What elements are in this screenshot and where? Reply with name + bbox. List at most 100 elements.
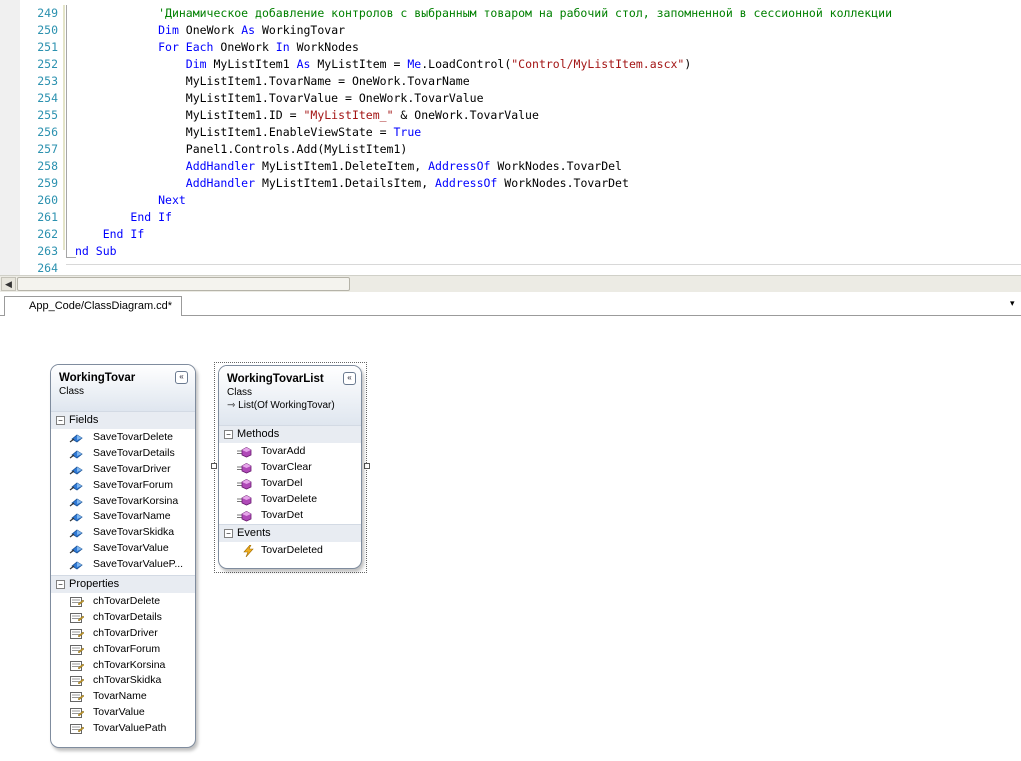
method-item[interactable]: TovarClear: [219, 460, 361, 476]
line-number: 250: [37, 23, 58, 37]
property-item[interactable]: TovarName: [51, 689, 195, 705]
code-line[interactable]: 'Динамическое добавление контролов с выб…: [75, 5, 1021, 22]
tab-class-diagram[interactable]: App_Code/ClassDiagram.cd*: [4, 296, 182, 316]
code-token: WorkNodes: [289, 40, 359, 54]
property-item[interactable]: chTovarDriver: [51, 626, 195, 642]
event-item-label: TovarDeleted: [261, 544, 323, 557]
class-header[interactable]: WorkingTovar Class «: [51, 365, 195, 411]
field-item[interactable]: SaveTovarName: [51, 509, 195, 525]
section-toggle-icon[interactable]: −: [56, 580, 65, 590]
section-toggle-icon[interactable]: −: [224, 529, 233, 539]
horizontal-scrollbar[interactable]: ◀: [0, 275, 1021, 292]
code-line[interactable]: MyListItem1.EnableViewState = True: [75, 124, 1021, 141]
method-item[interactable]: TovarAdd: [219, 444, 361, 460]
field-icon: [69, 464, 85, 476]
line-number: 264: [37, 261, 58, 275]
class-header[interactable]: WorkingTovarList Class ⇾ List(Of Working…: [219, 366, 361, 425]
code-line[interactable]: Panel1.Controls.Add(MyListItem1): [75, 141, 1021, 158]
code-token: MyListItem1.TovarName = OneWork.TovarNam…: [75, 74, 470, 88]
code-keyword: Me: [407, 57, 422, 71]
method-item[interactable]: TovarDelete: [219, 492, 361, 508]
resize-handle-left[interactable]: [211, 463, 217, 469]
code-token: MyListItem1: [206, 57, 297, 71]
section-events[interactable]: − Events: [219, 524, 361, 543]
collapse-chevron-icon[interactable]: «: [343, 372, 356, 385]
property-item[interactable]: chTovarSkidka: [51, 673, 195, 689]
code-text[interactable]: 'Динамическое добавление контролов с выб…: [75, 5, 1021, 275]
code-line[interactable]: End If: [75, 209, 1021, 226]
field-item[interactable]: SaveTovarSkidka: [51, 525, 195, 541]
code-token: WorkNodes.TovarDet: [497, 176, 629, 190]
field-item[interactable]: SaveTovarDriver: [51, 462, 195, 478]
section-properties[interactable]: − Properties: [51, 575, 195, 594]
section-methods[interactable]: − Methods: [219, 425, 361, 443]
code-line[interactable]: Dim OneWork As WorkingTovar: [75, 22, 1021, 39]
section-label: Fields: [69, 414, 99, 426]
line-number: 262: [37, 227, 58, 241]
code-line[interactable]: Dim MyListItem1 As MyListItem = Me.LoadC…: [75, 56, 1021, 73]
property-item[interactable]: TovarValuePath: [51, 721, 195, 737]
line-number: 256: [37, 125, 58, 139]
property-icon: [69, 596, 85, 608]
event-icon: [241, 545, 257, 558]
field-item-label: SaveTovarForum: [93, 478, 173, 491]
field-item[interactable]: SaveTovarForum: [51, 478, 195, 494]
section-toggle-icon[interactable]: −: [56, 416, 65, 425]
section-fields[interactable]: − Fields: [51, 411, 195, 429]
property-item[interactable]: TovarValue: [51, 705, 195, 721]
line-number: 253: [37, 74, 58, 88]
property-item[interactable]: chTovarKorsina: [51, 658, 195, 674]
method-item[interactable]: TovarDet: [219, 508, 361, 524]
scrollbar-thumb[interactable]: [17, 277, 350, 291]
code-keyword: Dim: [185, 57, 207, 71]
document-tab-strip: App_Code/ClassDiagram.cd* ▾: [0, 292, 1021, 316]
field-item[interactable]: SaveTovarValue: [51, 541, 195, 557]
property-item[interactable]: chTovarForum: [51, 642, 195, 658]
code-line[interactable]: End If: [75, 226, 1021, 243]
code-line[interactable]: For Each OneWork In WorkNodes: [75, 39, 1021, 56]
method-item-label: TovarAdd: [261, 445, 306, 457]
field-item[interactable]: SaveTovarValueP...: [51, 557, 195, 573]
method-item[interactable]: TovarDel: [219, 476, 361, 492]
line-number: 255: [37, 108, 58, 122]
fields-list: SaveTovarDelete SaveTovarDetails SaveTovar…: [51, 429, 195, 573]
code-string: "Control/MyListItem.ascx": [511, 57, 685, 71]
code-keyword: nd Sub: [75, 244, 117, 258]
code-line[interactable]: MyListItem1.TovarName = OneWork.TovarNam…: [75, 73, 1021, 90]
property-item[interactable]: chTovarDetails: [51, 610, 195, 626]
scroll-left-icon[interactable]: ◀: [1, 277, 16, 291]
section-toggle-icon[interactable]: −: [224, 430, 233, 439]
line-number: 261: [37, 210, 58, 224]
property-icon: [69, 707, 85, 719]
method-icon: [237, 462, 253, 474]
code-line[interactable]: AddHandler MyListItem1.DeleteItem, Addre…: [75, 158, 1021, 175]
class-shape-working-tovar-list[interactable]: WorkingTovarList Class ⇾ List(Of Working…: [218, 365, 362, 569]
code-line[interactable]: AddHandler MyListItem1.DetailsItem, Addr…: [75, 175, 1021, 192]
property-item-label: TovarName: [93, 690, 147, 703]
class-shape-working-tovar[interactable]: WorkingTovar Class « − Fields SaveTovarD…: [50, 364, 196, 748]
property-item-label: TovarValuePath: [93, 722, 167, 735]
code-editor[interactable]: 249 250 251 252 253 254 255 256 257 258 259 260 261 2…: [0, 0, 1021, 275]
resize-handle-right[interactable]: [364, 463, 370, 469]
property-icon: [69, 628, 85, 640]
event-item[interactable]: TovarDeleted: [219, 543, 361, 559]
field-item[interactable]: SaveTovarDelete: [51, 430, 195, 446]
field-item[interactable]: SaveTovarDetails: [51, 446, 195, 462]
code-keyword: In: [275, 40, 290, 54]
code-line[interactable]: nd Sub: [75, 243, 1021, 260]
code-line[interactable]: MyListItem1.TovarValue = OneWork.TovarVa…: [75, 90, 1021, 107]
method-icon: [237, 510, 253, 522]
code-line[interactable]: Next: [75, 192, 1021, 209]
code-keyword: AddHandler: [185, 176, 256, 190]
property-item[interactable]: chTovarDelete: [51, 594, 195, 610]
tab-dropdown-icon[interactable]: ▾: [1010, 298, 1015, 309]
code-line[interactable]: MyListItem1.ID = "MyListItem_" & OneWork…: [75, 107, 1021, 124]
line-numbers: 249 250 251 252 253 254 255 256 257 258 259 260 261 2…: [20, 5, 60, 275]
collapse-chevron-icon[interactable]: «: [175, 371, 188, 384]
code-line[interactable]: [75, 260, 1021, 275]
field-item[interactable]: SaveTovarKorsina: [51, 494, 195, 510]
code-keyword: For Each: [158, 40, 214, 54]
